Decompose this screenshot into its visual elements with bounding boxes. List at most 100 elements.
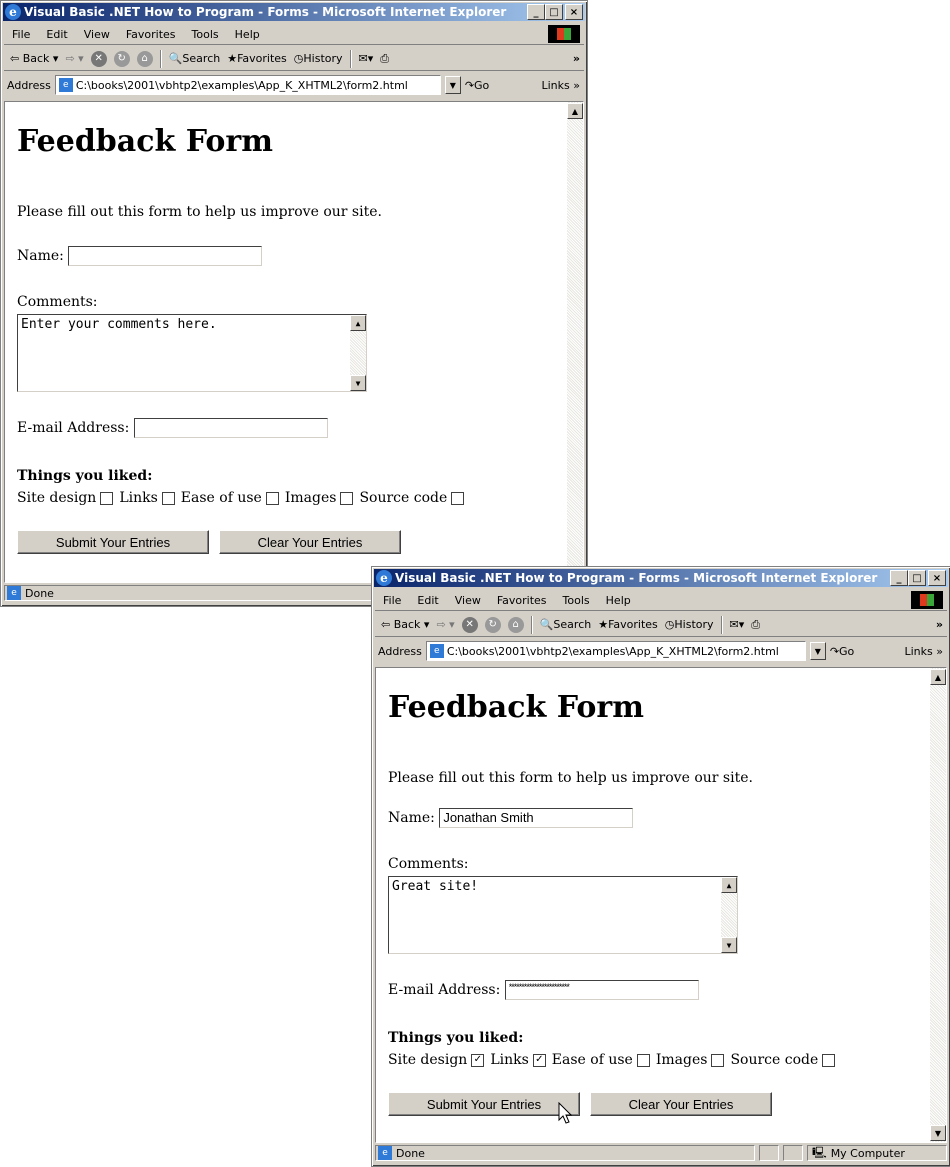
site-design-checkbox[interactable] (100, 491, 114, 505)
menu-help[interactable]: Help (598, 594, 639, 607)
menu-bar: File Edit View Favorites Tools Help (4, 24, 584, 45)
scroll-down-icon[interactable]: ▼ (721, 937, 737, 953)
clear-button[interactable]: Clear Your Entries (590, 1092, 772, 1116)
search-button[interactable]: 🔍Search (540, 618, 592, 631)
stop-icon[interactable]: ✕ (461, 616, 478, 633)
page-heading: Feedback Form (388, 690, 644, 725)
home-icon[interactable]: ⌂ (507, 616, 524, 633)
back-label: Back (22, 52, 50, 65)
site-design-checkbox[interactable]: ✓ (471, 1053, 485, 1067)
scroll-up-icon[interactable]: ▲ (930, 669, 946, 685)
comments-textarea[interactable]: Great site! ▲ ▼ (388, 876, 738, 954)
history-button[interactable]: ◷History (665, 618, 714, 631)
mouse-pointer-icon (558, 1102, 573, 1124)
back-button[interactable]: ⇦ Back ▾ (381, 618, 429, 631)
search-label: Search (553, 618, 592, 631)
go-button[interactable]: ↷Go (465, 79, 489, 92)
scroll-up-icon[interactable]: ▲ (567, 103, 583, 119)
mail-icon[interactable]: ✉▾ (730, 618, 745, 631)
page-content: ▲ ▼ Feedback Form Please fill out this f… (375, 667, 947, 1143)
refresh-icon[interactable]: ↻ (113, 50, 130, 67)
address-dropdown-button[interactable]: ▼ (444, 76, 461, 94)
vertical-scrollbar[interactable]: ▲ (567, 102, 583, 582)
source-code-checkbox[interactable] (822, 1053, 836, 1067)
menu-favorites[interactable]: Favorites (489, 594, 555, 607)
scroll-down-icon[interactable]: ▼ (350, 375, 366, 391)
history-button[interactable]: ◷History (294, 52, 343, 65)
toolbar-overflow-icon[interactable]: » (573, 52, 580, 65)
scroll-down-icon[interactable]: ▼ (930, 1125, 946, 1141)
name-input[interactable] (68, 246, 263, 266)
favorites-button[interactable]: ★Favorites (598, 618, 658, 631)
minimize-button[interactable]: _ (527, 4, 545, 20)
go-label: Go (474, 78, 490, 92)
email-row: E-mail Address: (17, 418, 328, 438)
scroll-up-icon[interactable]: ▲ (350, 315, 366, 331)
menu-edit[interactable]: Edit (409, 594, 446, 607)
scroll-up-icon[interactable]: ▲ (721, 877, 737, 893)
links-button[interactable]: Links » (542, 79, 581, 92)
minimize-button[interactable]: _ (890, 570, 908, 586)
clear-button[interactable]: Clear Your Entries (219, 530, 401, 554)
close-button[interactable]: × (565, 4, 583, 20)
links-label: Links (904, 644, 933, 658)
links-checkbox[interactable]: ✓ (532, 1053, 546, 1067)
option-ease-label: Ease of use (551, 1052, 633, 1068)
menu-tools[interactable]: Tools (555, 594, 598, 607)
textarea-scrollbar[interactable]: ▲ ▼ (721, 877, 737, 953)
textarea-scrollbar[interactable]: ▲ ▼ (350, 315, 366, 391)
email-input[interactable] (133, 418, 328, 438)
print-icon[interactable]: ⎙ (380, 52, 389, 66)
favorites-button[interactable]: ★Favorites (227, 52, 287, 65)
email-input[interactable]: ************************ (504, 980, 699, 1000)
comments-value: Great site! (392, 879, 479, 894)
address-dropdown-button[interactable]: ▼ (809, 642, 826, 660)
forward-button[interactable]: ⇨ ▾ (436, 618, 454, 631)
links-checkbox[interactable] (161, 491, 175, 505)
mail-icon[interactable]: ✉▾ (359, 52, 374, 65)
maximize-button[interactable]: □ (908, 570, 926, 586)
go-button[interactable]: ↷Go (830, 645, 854, 658)
history-label: History (674, 618, 714, 631)
ease-of-use-checkbox[interactable] (265, 491, 279, 505)
stop-icon[interactable]: ✕ (90, 50, 107, 67)
search-button[interactable]: 🔍Search (169, 52, 221, 65)
images-checkbox[interactable] (711, 1053, 725, 1067)
menu-file[interactable]: File (4, 28, 38, 41)
ease-of-use-checkbox[interactable] (636, 1053, 650, 1067)
windows-logo-icon (911, 591, 943, 609)
comments-value: Enter your comments here. (21, 317, 217, 332)
source-code-checkbox[interactable] (451, 491, 465, 505)
status-pane-blank (783, 1145, 803, 1161)
search-label: Search (182, 52, 221, 65)
images-checkbox[interactable] (340, 491, 354, 505)
page-icon: e (429, 644, 444, 658)
title-bar[interactable]: e Visual Basic .NET How to Program - For… (3, 3, 585, 21)
menu-favorites[interactable]: Favorites (118, 28, 184, 41)
address-input[interactable]: e C:\books\2001\vbhtp2\examples\App_K_XH… (54, 75, 441, 95)
home-icon[interactable]: ⌂ (136, 50, 153, 67)
vertical-scrollbar[interactable]: ▲ ▼ (930, 668, 946, 1142)
menu-tools[interactable]: Tools (184, 28, 227, 41)
menu-view[interactable]: View (76, 28, 118, 41)
submit-button[interactable]: Submit Your Entries (17, 530, 209, 554)
address-input[interactable]: e C:\books\2001\vbhtp2\examples\App_K_XH… (425, 641, 806, 661)
print-icon[interactable]: ⎙ (751, 618, 760, 632)
menu-view[interactable]: View (447, 594, 489, 607)
name-input[interactable]: Jonathan Smith (439, 808, 634, 828)
back-button[interactable]: ⇦ Back ▾ (10, 52, 58, 65)
refresh-icon[interactable]: ↻ (484, 616, 501, 633)
menu-edit[interactable]: Edit (38, 28, 75, 41)
maximize-button[interactable]: □ (545, 4, 563, 20)
title-bar[interactable]: e Visual Basic .NET How to Program - For… (374, 569, 948, 587)
close-button[interactable]: × (928, 570, 946, 586)
forward-button[interactable]: ⇨ ▾ (65, 52, 83, 65)
liked-label: Things you liked: (388, 1030, 524, 1046)
submit-button[interactable]: Submit Your Entries (388, 1092, 580, 1116)
links-button[interactable]: Links » (905, 645, 944, 658)
menu-file[interactable]: File (375, 594, 409, 607)
go-label: Go (839, 644, 855, 658)
toolbar-overflow-icon[interactable]: » (936, 618, 943, 631)
comments-textarea[interactable]: Enter your comments here. ▲ ▼ (17, 314, 367, 392)
menu-help[interactable]: Help (227, 28, 268, 41)
